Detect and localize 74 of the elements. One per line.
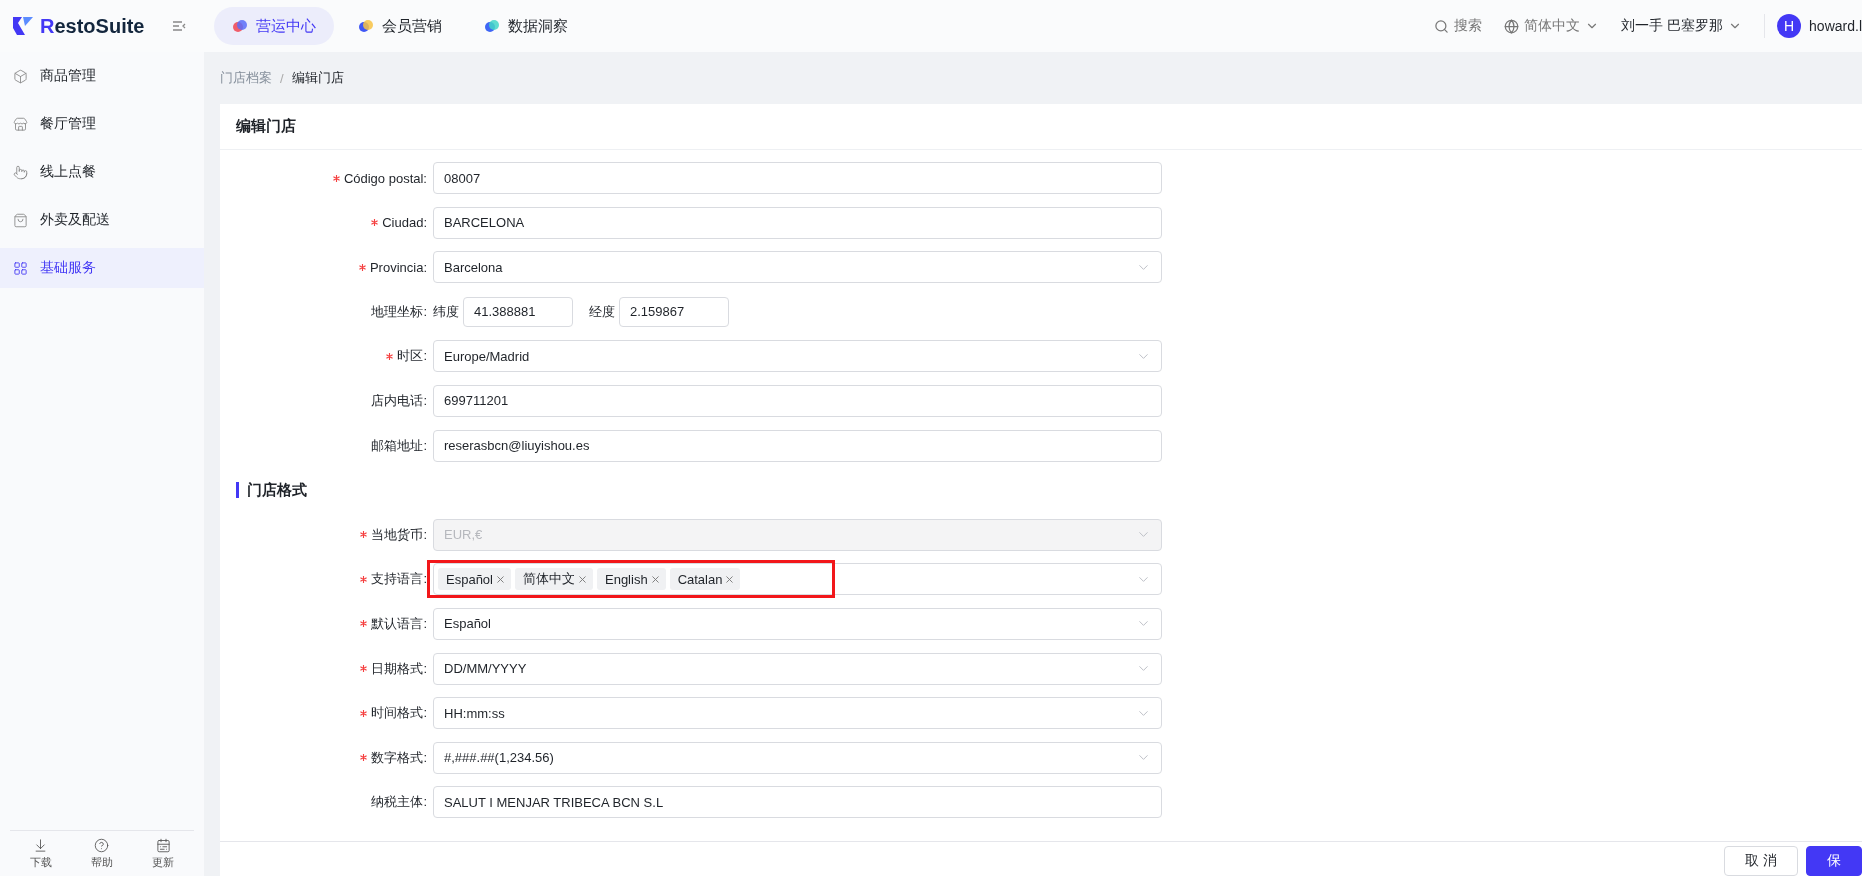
pointer-icon [13, 164, 28, 180]
sidebar-item[interactable]: 餐厅管理 [0, 104, 204, 144]
select-field[interactable]: DD/MM/YYYY [433, 652, 1162, 685]
language-tag[interactable]: Español [438, 568, 511, 591]
section-heading: 门店格式 [236, 482, 307, 499]
sidebar-item[interactable]: 商品管理 [0, 56, 204, 96]
field-label: 支持语言: [371, 570, 427, 589]
user-menu[interactable]: H howard.l [1764, 14, 1862, 38]
nav-tab[interactable]: 营运中心 [214, 7, 334, 45]
field-label: Ciudad: [382, 215, 427, 231]
coordinate-label: 纬度 [433, 302, 459, 321]
breadcrumb-link[interactable]: 编辑门店 [291, 69, 344, 87]
cube-icon [13, 68, 28, 84]
select-field[interactable]: HH:mm:ss [433, 697, 1162, 730]
field-label: 当地货币: [371, 525, 427, 544]
language-tag[interactable]: 简体中文 [515, 568, 593, 591]
field-label: 时区: [397, 347, 427, 366]
select-field[interactable]: Español [433, 607, 1162, 640]
store-icon [13, 116, 28, 132]
field-label: 纳税主体: [371, 793, 427, 812]
close-icon[interactable] [649, 573, 661, 585]
logo-icon [12, 16, 34, 36]
coordinate-label: 经度 [589, 302, 615, 321]
search-button[interactable]: 搜索 [1434, 17, 1483, 35]
field-label: 时间格式: [371, 704, 427, 723]
nav-tab[interactable]: 会员营销 [340, 7, 460, 45]
close-icon[interactable] [495, 573, 506, 585]
globe-icon [1504, 18, 1520, 34]
nav-tab[interactable]: 数据洞察 [466, 7, 586, 45]
language-tag[interactable]: English [597, 568, 666, 591]
bag-icon [13, 212, 28, 228]
calendar-icon [155, 837, 171, 853]
coordinate-field[interactable]: 2.159867 [619, 296, 729, 327]
sidebar-item[interactable]: 外卖及配送 [0, 200, 204, 240]
text-field[interactable]: 08007 [433, 162, 1162, 194]
coordinate-field[interactable]: 41.388881 [463, 296, 573, 327]
close-icon[interactable] [577, 573, 588, 585]
text-field[interactable]: reserasbcn@liuyishou.es [433, 429, 1162, 462]
field-label: 默认语言: [371, 614, 427, 633]
help-icon [94, 837, 110, 853]
field-label: 店内电话: [371, 391, 427, 410]
field-label: Código postal: [343, 170, 427, 186]
text-field[interactable]: 699711201 [433, 384, 1162, 417]
text-field[interactable]: SALUT I MENJAR TRIBECA BCN S.L [433, 786, 1162, 819]
tab-icon [358, 18, 374, 34]
close-icon[interactable] [724, 573, 736, 585]
tab-icon [232, 18, 248, 34]
save-button[interactable]: 保 [1806, 846, 1862, 876]
field-label: Provincia: [369, 259, 427, 275]
sidebar-item[interactable]: 基础服务 [0, 248, 204, 288]
sidebar-footer-button[interactable]: 更新 [152, 837, 175, 870]
tab-icon [484, 18, 500, 34]
field-label: 邮箱地址: [371, 436, 427, 455]
search-icon [1434, 18, 1450, 34]
store-dropdown[interactable]: 刘一手 巴塞罗那 [1621, 17, 1743, 35]
field-label: 地理坐标: [371, 302, 427, 321]
cancel-button[interactable]: 取消 [1724, 846, 1798, 876]
user-avatar: H [1777, 14, 1802, 38]
select-field[interactable]: #,###.##(1,234.56) [433, 741, 1162, 774]
field-label: 日期格式: [371, 659, 427, 678]
breadcrumb-separator: / [280, 70, 284, 86]
sidebar-footer-button[interactable]: 下载 [29, 837, 52, 870]
sidebar-footer-button[interactable]: 帮助 [91, 837, 113, 870]
text-field[interactable]: BARCELONA [433, 206, 1162, 239]
field-label: 数字格式: [371, 748, 427, 767]
card-title: 编辑门店 [220, 104, 1862, 150]
sidebar-item[interactable]: 线上点餐 [0, 152, 204, 192]
select-field[interactable]: Barcelona [433, 251, 1162, 284]
logo-text: RestoSuite [40, 14, 145, 38]
language-dropdown[interactable]: 简体中文 [1504, 17, 1600, 35]
select-field[interactable]: Europe/Madrid [433, 340, 1162, 373]
menu-toggle-icon[interactable] [172, 20, 186, 32]
language-tag[interactable]: Catalan [669, 568, 741, 591]
grid-icon [13, 260, 28, 276]
